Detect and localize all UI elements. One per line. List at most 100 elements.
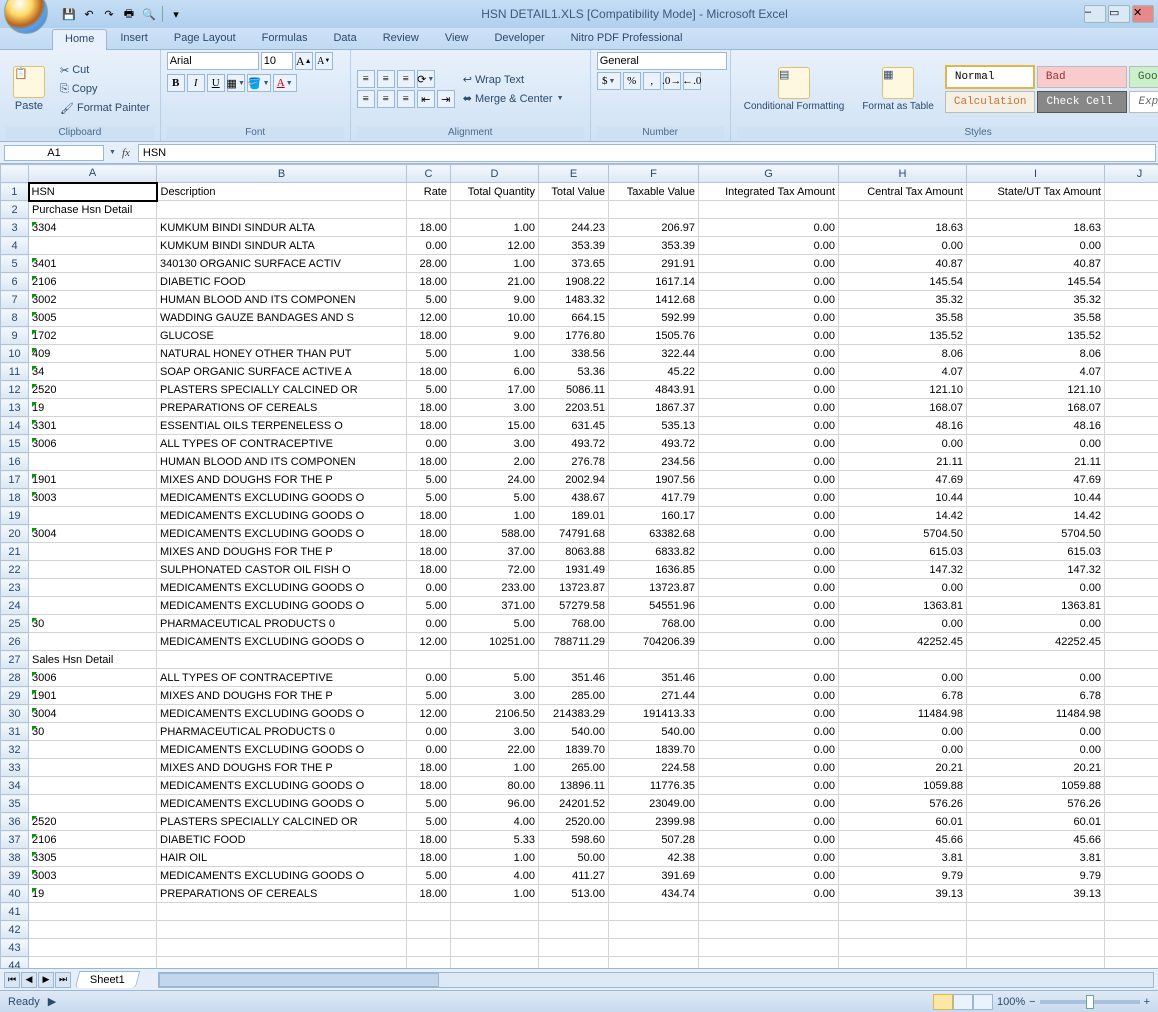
cell[interactable] [1105,615,1158,633]
decrease-indent-button[interactable]: ⇤ [417,90,435,108]
cell[interactable]: 45.22 [609,363,699,381]
cell[interactable] [407,903,451,921]
cell[interactable] [1105,219,1158,237]
macro-icon[interactable]: ▶ [48,995,56,1008]
cell[interactable]: MEDICAMENTS EXCLUDING GOODS O [157,525,407,543]
cell[interactable]: 35.32 [967,291,1105,309]
cell[interactable]: ALL TYPES OF CONTRACEPTIVE [157,669,407,687]
cell[interactable] [1105,849,1158,867]
font-color-button[interactable]: A▼ [273,74,297,92]
cell[interactable]: 493.72 [609,435,699,453]
cell[interactable]: SULPHONATED CASTOR OIL FISH O [157,561,407,579]
cell[interactable]: 0.00 [699,309,839,327]
cell[interactable]: 234.56 [609,453,699,471]
cell[interactable]: 18.00 [407,399,451,417]
cell[interactable]: 53.36 [539,363,609,381]
cell[interactable] [1105,507,1158,525]
cell[interactable]: PLASTERS SPECIALLY CALCINED OR [157,813,407,831]
cell[interactable]: 0.00 [699,363,839,381]
cell[interactable]: 0.00 [967,579,1105,597]
cell[interactable]: 0.00 [407,741,451,759]
cell[interactable]: 265.00 [539,759,609,777]
row-header[interactable]: 44 [1,957,29,969]
cell[interactable] [451,201,539,219]
cell[interactable]: 18.00 [407,363,451,381]
cell[interactable]: 19 [29,885,157,903]
cell[interactable]: 18.00 [407,327,451,345]
cell[interactable] [1105,525,1158,543]
style-explanatory[interactable]: Explanat [1129,91,1158,113]
cell[interactable]: 14.42 [967,507,1105,525]
cell[interactable]: 0.00 [699,669,839,687]
cell[interactable] [1105,867,1158,885]
cell[interactable]: 0.00 [967,615,1105,633]
cell[interactable]: 576.26 [839,795,967,813]
cell[interactable]: 39.13 [967,885,1105,903]
cell[interactable] [839,903,967,921]
column-header[interactable]: A [29,165,157,183]
cell[interactable]: 0.00 [699,471,839,489]
cell[interactable] [1105,813,1158,831]
cell[interactable]: 540.00 [609,723,699,741]
cell[interactable] [967,957,1105,969]
cell[interactable] [609,651,699,669]
cell[interactable]: 6.78 [967,687,1105,705]
cell[interactable] [157,651,407,669]
cell[interactable]: 0.00 [407,615,451,633]
cell[interactable] [1105,345,1158,363]
cell[interactable]: 168.07 [967,399,1105,417]
cell[interactable]: PHARMACEUTICAL PRODUCTS 0 [157,615,407,633]
cell[interactable]: 768.00 [539,615,609,633]
cell[interactable] [1105,831,1158,849]
row-header[interactable]: 14 [1,417,29,435]
cell[interactable]: HUMAN BLOOD AND ITS COMPONEN [157,291,407,309]
row-header[interactable]: 9 [1,327,29,345]
cell[interactable] [699,651,839,669]
cell[interactable]: 40.87 [967,255,1105,273]
cell[interactable]: 1702 [29,327,157,345]
cell[interactable]: 2106 [29,273,157,291]
column-header[interactable]: I [967,165,1105,183]
align-center-button[interactable]: ≡ [377,90,395,108]
cell[interactable]: 0.00 [699,327,839,345]
first-sheet-button[interactable]: ⏮ [4,972,20,988]
cell[interactable]: 4.00 [451,867,539,885]
fill-color-button[interactable]: 🪣▼ [247,74,271,92]
cell[interactable]: MEDICAMENTS EXCLUDING GOODS O [157,579,407,597]
ribbon-tab-developer[interactable]: Developer [481,28,557,49]
cell[interactable]: 373.65 [539,255,609,273]
cell[interactable]: 0.00 [699,219,839,237]
cell[interactable]: 0.00 [699,777,839,795]
cell[interactable]: 0.00 [699,759,839,777]
cell[interactable]: 191413.33 [609,705,699,723]
cell[interactable] [29,741,157,759]
row-header[interactable]: 21 [1,543,29,561]
cell[interactable]: 0.00 [839,669,967,687]
cell[interactable]: 47.69 [967,471,1105,489]
row-header[interactable]: 41 [1,903,29,921]
cell[interactable]: 0.00 [699,615,839,633]
cell[interactable]: 0.00 [699,273,839,291]
align-middle-button[interactable]: ≡ [377,70,395,88]
cell[interactable] [29,957,157,969]
cell[interactable]: 0.00 [967,723,1105,741]
cell[interactable]: 0.00 [407,669,451,687]
cell[interactable]: 21.00 [451,273,539,291]
cell[interactable]: 592.99 [609,309,699,327]
cell[interactable] [539,201,609,219]
page-break-view-button[interactable] [973,994,993,1010]
cell[interactable]: 3.00 [451,723,539,741]
cell[interactable]: 0.00 [699,417,839,435]
cell[interactable]: NATURAL HONEY OTHER THAN PUT [157,345,407,363]
cell[interactable]: 121.10 [839,381,967,399]
cell[interactable]: 0.00 [699,543,839,561]
cell[interactable]: WADDING GAUZE BANDAGES AND S [157,309,407,327]
preview-icon[interactable]: 🔍 [140,5,158,23]
cell[interactable] [609,957,699,969]
row-header[interactable]: 32 [1,741,29,759]
cell[interactable]: Total Value [539,183,609,201]
cell[interactable]: 3006 [29,435,157,453]
cell[interactable]: 17.00 [451,381,539,399]
row-header[interactable]: 29 [1,687,29,705]
cell[interactable]: 0.00 [699,795,839,813]
